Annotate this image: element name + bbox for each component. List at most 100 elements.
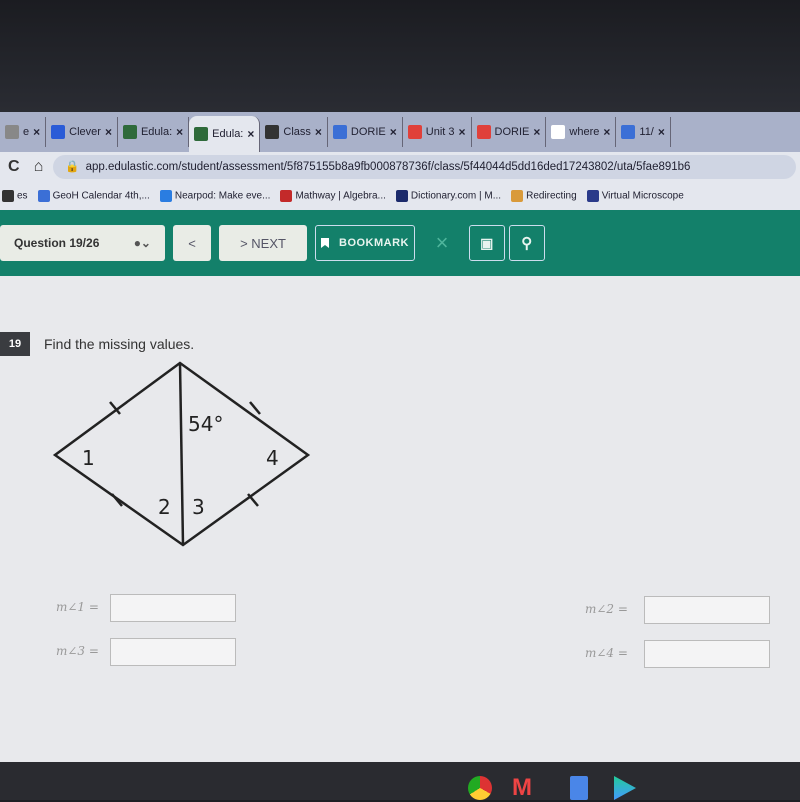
bookmark-button[interactable]: BOOKMARK (315, 225, 415, 261)
bookmark-item[interactable]: es (2, 190, 28, 202)
browser-tab[interactable]: Unit 3 × (403, 117, 472, 147)
bookmark-label: Nearpod: Make eve... (174, 190, 271, 202)
angle-4-input[interactable] (644, 640, 770, 668)
next-button[interactable]: > NEXT (219, 225, 307, 261)
play-store-icon[interactable] (614, 776, 636, 800)
bookmark-label: Virtual Microscope (601, 190, 684, 202)
rhombus-diagram: 1 2 3 4 54° (52, 361, 311, 547)
browser-tab[interactable]: Edula: × (118, 117, 190, 147)
angle-1-label: m∠1 = (56, 600, 99, 614)
google-icon (551, 125, 566, 139)
bookmark-favicon-icon (37, 190, 50, 202)
given-angle-label: 54° (188, 412, 223, 436)
reload-icon[interactable]: C (8, 158, 20, 176)
address-bar-row: C ⌂ 🔒 app.edulastic.com/student/assessmen… (0, 152, 800, 182)
gmail-icon[interactable]: M (512, 774, 532, 802)
bookmark-label: BOOKMARK (339, 237, 409, 249)
angle-3-label: m∠3 = (56, 644, 99, 658)
close-tab-icon[interactable]: × (658, 125, 665, 139)
classroom-icon (265, 125, 280, 139)
angle-2-input[interactable] (644, 596, 770, 624)
tab-title: e (23, 126, 30, 138)
bookmark-label: Mathway | Algebra... (295, 190, 386, 202)
previous-button[interactable]: < (173, 225, 211, 261)
tab-title: 11/ (639, 126, 654, 138)
bookmark-label: es (17, 190, 28, 202)
bookmark-item[interactable]: GeoH Calendar 4th,... (37, 190, 150, 202)
bookmark-label: Redirecting (526, 190, 577, 202)
angle-label-2: 2 (158, 495, 171, 519)
close-tab-icon[interactable]: × (176, 125, 183, 139)
lock-icon: 🔒 (65, 160, 80, 173)
tab-title: Edula: (140, 126, 173, 138)
angle-3-input[interactable] (110, 638, 236, 666)
close-tab-icon[interactable]: × (603, 125, 610, 139)
url-text: app.edulastic.com/student/assessment/5f8… (85, 160, 691, 173)
bookmark-favicon-icon (2, 190, 14, 202)
slides-icon (476, 125, 491, 139)
bookmark-favicon-icon (280, 190, 293, 202)
close-tab-icon[interactable]: × (533, 125, 540, 139)
bookmark-favicon-icon (159, 190, 172, 202)
url-field[interactable]: 🔒 app.edulastic.com/student/assessment/5f… (53, 155, 796, 179)
browser-tab[interactable]: DORIE × (472, 117, 547, 147)
close-tab-icon[interactable]: × (105, 125, 112, 139)
edulastic-icon (122, 125, 137, 139)
tab-title: DORIE (350, 126, 386, 138)
bookmarks-bar: es GeoH Calendar 4th,... Nearpod: Make eve… (0, 182, 800, 210)
zoom-button[interactable]: ⚲ (509, 225, 545, 261)
tab-title: Class (283, 126, 311, 138)
bookmark-item[interactable]: Redirecting (511, 190, 577, 202)
tab-title: DORIE (494, 126, 530, 138)
close-tab-icon[interactable]: × (315, 125, 322, 139)
diagonal (178, 362, 185, 546)
info-chevron-icon: ●⌄ (133, 236, 151, 250)
angle-label-4: 4 (266, 446, 279, 470)
docs-icon[interactable] (570, 776, 588, 800)
chrome-icon[interactable] (468, 776, 492, 800)
home-icon[interactable]: ⌂ (34, 158, 44, 176)
bookmark-item[interactable]: Nearpod: Make eve... (159, 190, 271, 202)
question-selector[interactable]: Question 19/26 ●⌄ (0, 225, 165, 261)
close-tab-icon[interactable]: × (33, 125, 40, 139)
docs-icon (621, 125, 636, 139)
scratchpad-button[interactable]: ▣ (469, 225, 505, 261)
notepad-icon: ▣ (480, 234, 494, 251)
bookmark-favicon-icon (395, 190, 408, 202)
tick-mark (249, 401, 261, 415)
browser-tab[interactable]: where × (546, 117, 617, 147)
bookmark-favicon-icon (586, 190, 599, 202)
angle-2-label: m∠2 = (585, 602, 628, 616)
clear-button[interactable]: × (423, 225, 461, 261)
browser-tab[interactable]: e × (0, 117, 47, 147)
slides-icon (407, 125, 422, 139)
angle-4-label: m∠4 = (585, 646, 628, 660)
close-tab-icon[interactable]: × (459, 125, 466, 139)
browser-tab[interactable]: Edula: × (189, 116, 261, 152)
bookmark-item[interactable]: Mathway | Algebra... (280, 190, 386, 202)
tab-title: Edula: (212, 128, 244, 140)
tab-title: Clever (69, 126, 101, 138)
angle-label-3: 3 (192, 495, 205, 519)
browser-tab[interactable]: 11/ × (616, 117, 671, 147)
bookmark-label: GeoH Calendar 4th,... (52, 190, 150, 202)
docs-icon (332, 125, 347, 139)
question-counter: Question 19/26 (14, 236, 100, 250)
tab-title: where (569, 126, 600, 138)
browser-tab[interactable]: DORIE × (328, 117, 403, 147)
bookmark-item[interactable]: Virtual Microscope (586, 190, 684, 202)
close-tab-icon[interactable]: × (247, 127, 254, 141)
browser-tab[interactable]: Class × (260, 117, 328, 147)
bookmark-icon (321, 238, 329, 248)
tab-icon (5, 125, 19, 139)
close-tab-icon[interactable]: × (390, 125, 397, 139)
tab-strip: e × Clever × Edula: × Edula: × Class × DORIE × Unit … (0, 112, 800, 152)
bookmark-item[interactable]: Dictionary.com | M... (395, 190, 502, 202)
bookmark-favicon-icon (511, 190, 524, 202)
angle-1-input[interactable] (110, 594, 236, 622)
bookmark-label: Dictionary.com | M... (410, 190, 502, 202)
browser-tab[interactable]: Clever × (46, 117, 118, 147)
edulastic-icon (194, 127, 209, 141)
angle-label-1: 1 (82, 446, 95, 470)
taskbar: M (0, 762, 800, 802)
